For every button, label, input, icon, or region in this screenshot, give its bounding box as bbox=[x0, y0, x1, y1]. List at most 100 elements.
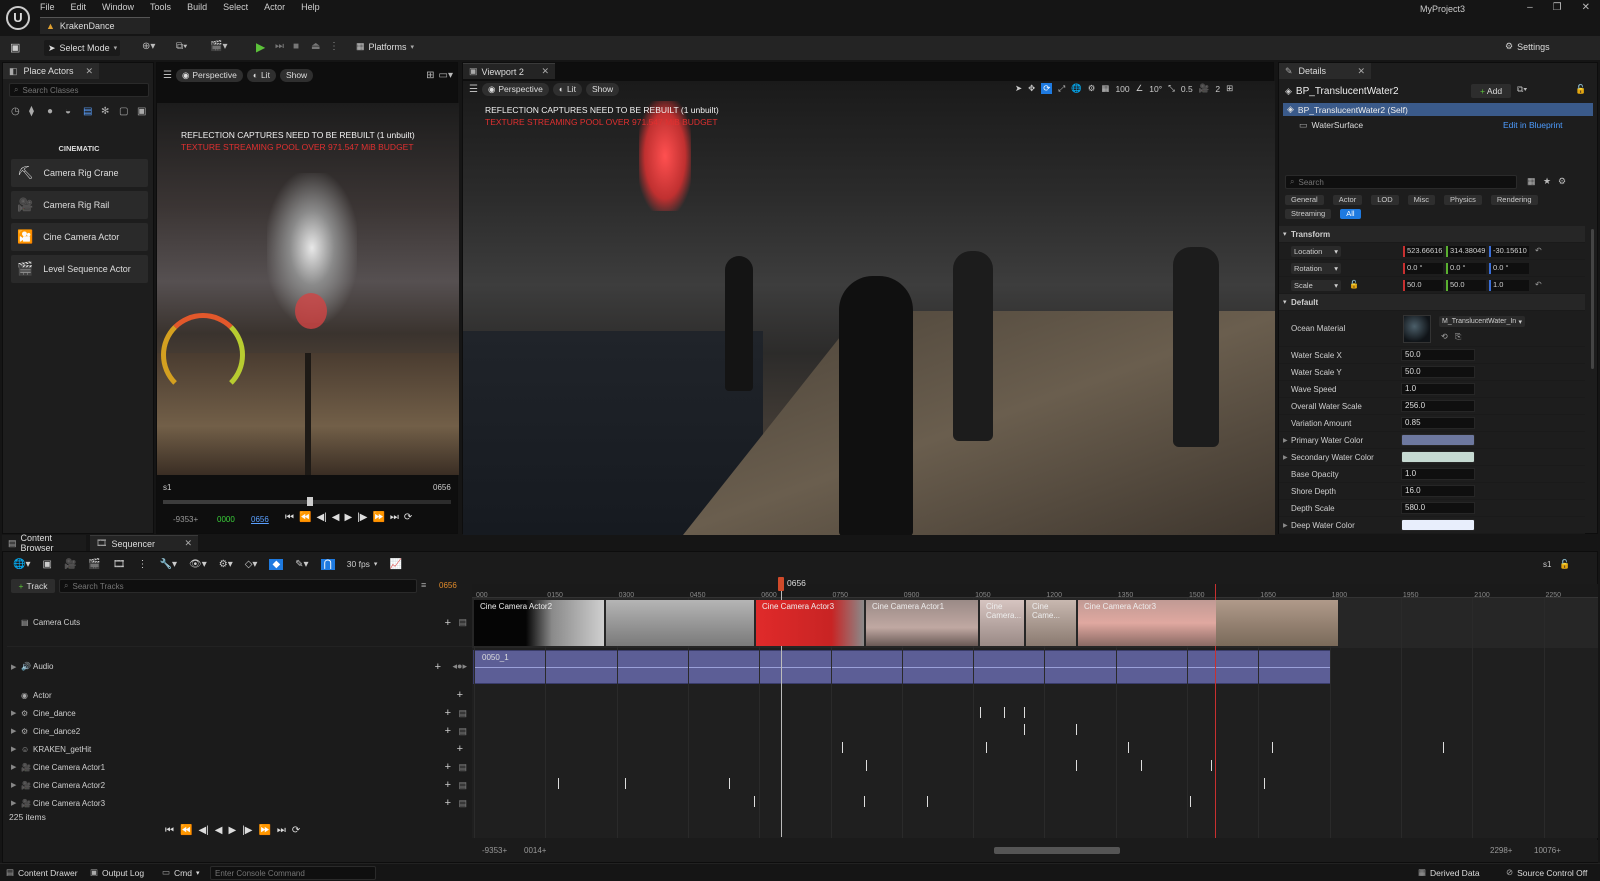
view-end[interactable]: 10076+ bbox=[1534, 846, 1561, 855]
category-streaming[interactable]: Streaming bbox=[1285, 209, 1332, 219]
keyframe-mark[interactable] bbox=[1076, 724, 1077, 735]
lights-icon[interactable]: ● bbox=[47, 106, 61, 120]
keyframe-mark[interactable] bbox=[927, 796, 928, 807]
scrub-bar[interactable] bbox=[163, 497, 451, 506]
location-z[interactable]: -30.15610 bbox=[1489, 246, 1529, 257]
chevron-right-icon[interactable]: ▶ bbox=[1283, 454, 1288, 461]
curve-editor-icon[interactable]: ✎▾ bbox=[295, 559, 308, 570]
keyframe-mark[interactable] bbox=[1076, 760, 1077, 771]
keyframe-mark[interactable] bbox=[558, 778, 559, 789]
hamburger-icon[interactable]: ☰ bbox=[469, 84, 478, 95]
scrub-handle[interactable] bbox=[307, 497, 313, 506]
search-tracks-input[interactable]: ⌕ bbox=[59, 579, 417, 593]
recent-icon[interactable]: ◷ bbox=[11, 106, 25, 120]
category-misc[interactable]: Misc bbox=[1407, 195, 1436, 205]
show-button[interactable]: Show bbox=[279, 68, 314, 82]
close-icon[interactable]: ✕ bbox=[1357, 66, 1365, 77]
next-key-icon[interactable]: ⏩ bbox=[372, 512, 384, 523]
fps-dropdown[interactable]: 30 fps ▾ bbox=[347, 559, 378, 569]
view-options-icon[interactable]: 👁▾ bbox=[189, 559, 207, 570]
shot-section[interactable] bbox=[606, 600, 754, 646]
keyframe-mark[interactable] bbox=[842, 742, 843, 753]
menu-edit[interactable]: Edit bbox=[71, 2, 87, 12]
all-classes-icon[interactable]: ▣ bbox=[137, 106, 151, 120]
timeline-scrollbar[interactable] bbox=[994, 847, 1120, 854]
add-key-icon[interactable]: + bbox=[445, 617, 451, 629]
add-key-icon[interactable]: + bbox=[445, 779, 451, 791]
actor-item-camera-rig-rail[interactable]: 🎥 Camera Rig Rail bbox=[11, 191, 148, 219]
working-end[interactable]: 2298+ bbox=[1490, 846, 1512, 855]
keyframe-mark[interactable] bbox=[1024, 707, 1025, 718]
actor-item-level-sequence-actor[interactable]: 🎬 Level Sequence Actor bbox=[11, 255, 148, 283]
close-icon[interactable]: ✕ bbox=[184, 538, 192, 549]
source-control-button[interactable]: ⊘ Source Control Off bbox=[1506, 867, 1587, 878]
play-icon[interactable]: ▶ bbox=[228, 825, 236, 836]
blueprint-options-icon[interactable]: ⧉▾ bbox=[1517, 84, 1527, 95]
graph-icon[interactable]: 📈 bbox=[389, 559, 401, 570]
viewport2-scene[interactable] bbox=[463, 81, 1275, 535]
scale-x[interactable]: 50.0 bbox=[1403, 280, 1443, 291]
shot-section[interactable] bbox=[1216, 600, 1338, 646]
platforms-button[interactable]: ▦ Platforms ▾ bbox=[356, 41, 414, 52]
view-start[interactable]: -9353+ bbox=[482, 846, 507, 855]
angle-snap-icon[interactable]: ∠ bbox=[1136, 83, 1144, 94]
close-icon[interactable]: ✕ bbox=[1582, 2, 1590, 13]
add-key-icon[interactable]: + bbox=[445, 707, 451, 719]
keyframe-mark[interactable] bbox=[1264, 778, 1265, 789]
skip-end-icon[interactable]: ⏭ bbox=[390, 512, 399, 523]
property-value[interactable]: 16.0 bbox=[1401, 485, 1475, 497]
save-icon[interactable]: ▣ bbox=[10, 41, 20, 54]
loop-icon[interactable]: ⟳ bbox=[404, 512, 412, 523]
add-component-button[interactable]: + Add bbox=[1471, 84, 1511, 98]
content-browser-tab[interactable]: ▤ Content Browser bbox=[2, 533, 86, 553]
track-options-icon[interactable]: ▤ bbox=[458, 798, 467, 809]
track-cine-dance[interactable]: ▶ ⚙ Cine_dance + ▤ bbox=[7, 705, 473, 722]
unreal-logo-icon[interactable]: U bbox=[6, 6, 30, 30]
property-value[interactable]: 0.85 bbox=[1401, 417, 1475, 429]
viewport1-scene[interactable] bbox=[157, 103, 459, 475]
skip-start-icon[interactable]: ⏮ bbox=[165, 825, 174, 836]
details-tab[interactable]: ✎ Details ✕ bbox=[1279, 63, 1371, 79]
chevron-right-icon[interactable]: ▶ bbox=[11, 709, 16, 717]
shot-section[interactable]: Cine Camera Actor2 bbox=[474, 600, 604, 646]
component-self-row[interactable]: ◈ BP_TranslucentWater2 (Self) bbox=[1283, 103, 1593, 116]
scale-z[interactable]: 1.0 bbox=[1489, 280, 1529, 291]
settings-button[interactable]: ⚙ Settings bbox=[1505, 41, 1550, 52]
reverse-icon[interactable]: ◀ bbox=[215, 825, 223, 836]
camera-speed-value[interactable]: 2 bbox=[1215, 84, 1220, 94]
menu-actor[interactable]: Actor bbox=[264, 2, 285, 12]
step-forward-icon[interactable]: |▶ bbox=[242, 825, 252, 836]
keyframe-mark[interactable] bbox=[864, 796, 865, 807]
loop-icon[interactable]: ⟳ bbox=[292, 825, 300, 836]
camera-speed-icon[interactable]: 🎥 bbox=[1199, 83, 1210, 94]
eject-icon[interactable]: ⏏ bbox=[311, 41, 320, 52]
details-scrollbar[interactable] bbox=[1591, 229, 1594, 369]
keyframe-mark[interactable] bbox=[1211, 760, 1212, 771]
track-options-icon[interactable]: ▤ bbox=[458, 617, 467, 628]
grid-snap-icon[interactable]: ▦ bbox=[1101, 83, 1109, 94]
category-general[interactable]: General bbox=[1285, 195, 1324, 205]
maximize-icon[interactable]: ❐ bbox=[1553, 2, 1562, 13]
move-tool-icon[interactable]: ✥ bbox=[1028, 83, 1035, 94]
stop-icon[interactable]: ■ bbox=[293, 41, 299, 52]
rotation-y[interactable]: 0.0 ° bbox=[1446, 263, 1486, 274]
filter-icon[interactable]: ≡ bbox=[421, 580, 426, 590]
cmd-dropdown[interactable]: ▭ Cmd ▾ bbox=[162, 867, 200, 878]
chevron-right-icon[interactable]: ▶ bbox=[11, 799, 16, 807]
keyframe-mark[interactable] bbox=[980, 707, 981, 718]
place-actors-tab[interactable]: ◧ Place Actors ✕ bbox=[3, 63, 99, 79]
keyframe-mark[interactable] bbox=[1141, 760, 1142, 771]
shot-section[interactable]: Cine Camera... bbox=[980, 600, 1024, 646]
add-key-icon[interactable]: + bbox=[457, 689, 463, 701]
prev-key-icon[interactable]: ⏪ bbox=[299, 512, 311, 523]
snap-tools-icon[interactable]: 🔧▾ bbox=[160, 559, 177, 570]
console-input[interactable] bbox=[210, 866, 376, 880]
details-search-field[interactable] bbox=[1298, 177, 1512, 187]
keyframe-mark[interactable] bbox=[1004, 707, 1005, 718]
scale-dropdown[interactable]: Scale ▾ bbox=[1291, 280, 1341, 291]
default-section-header[interactable]: ▾ Default bbox=[1279, 294, 1585, 311]
component-water-surface-row[interactable]: ▭ WaterSurface bbox=[1299, 119, 1363, 131]
lit-button[interactable]: ◐ Lit bbox=[246, 68, 276, 82]
console-command-field[interactable] bbox=[215, 868, 371, 878]
keyframe-mark[interactable] bbox=[1443, 742, 1444, 753]
